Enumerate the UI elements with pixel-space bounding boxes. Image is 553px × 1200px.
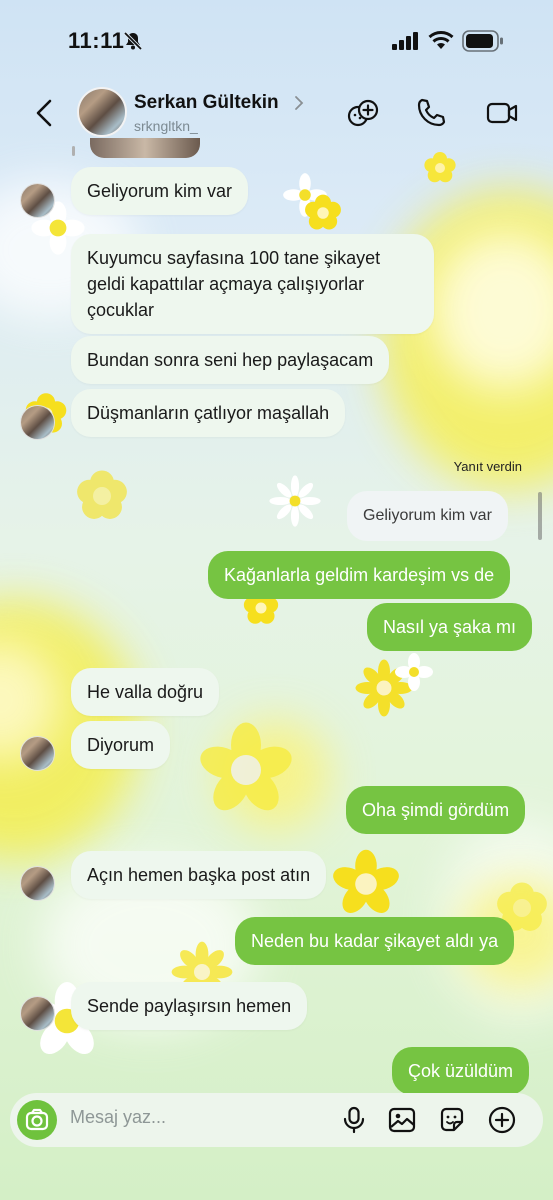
incoming-message[interactable]: Açın hemen başka post atın xyxy=(71,851,327,899)
sender-avatar[interactable] xyxy=(20,736,55,771)
wifi-icon xyxy=(428,31,454,49)
camera-button[interactable] xyxy=(17,1100,57,1140)
flower-decoration xyxy=(200,722,292,811)
incoming-message[interactable]: Sende paylaşırsın hemen xyxy=(71,982,308,1030)
contact-avatar[interactable] xyxy=(77,87,127,137)
sender-avatar[interactable] xyxy=(20,866,55,901)
incoming-message[interactable]: Bundan sonra seni hep paylaşacam xyxy=(71,336,390,384)
image-icon[interactable] xyxy=(387,1105,417,1135)
outgoing-message[interactable]: Kağanlarla geldim kardeşim vs de xyxy=(208,551,511,599)
flower-decoration xyxy=(395,653,433,691)
outgoing-message[interactable]: Çok üzüldüm xyxy=(392,1047,530,1095)
chat-header: Serkan Gültekin srkngltkn_ xyxy=(0,80,553,152)
bell-slash-icon xyxy=(123,31,143,51)
signal-icon xyxy=(392,32,418,50)
phone-icon[interactable] xyxy=(414,96,448,130)
reply-label: Yanıt verdin xyxy=(453,459,522,474)
message-input[interactable]: Mesaj yaz... xyxy=(70,1107,166,1128)
status-bar: 11:11 xyxy=(0,0,553,80)
microphone-icon[interactable] xyxy=(339,1105,369,1135)
media-preview[interactable] xyxy=(90,138,200,158)
flower-decoration xyxy=(305,194,341,230)
flower-decoration xyxy=(424,152,456,183)
flower-decoration xyxy=(269,475,321,527)
battery-icon xyxy=(462,30,503,52)
sender-avatar[interactable] xyxy=(20,183,55,218)
scrollbar-thumb[interactable] xyxy=(538,492,542,540)
video-icon[interactable] xyxy=(485,96,519,130)
plus-icon[interactable] xyxy=(487,1105,517,1135)
status-time: 11:11 xyxy=(68,28,125,53)
outgoing-message[interactable]: Nasıl ya şaka mı xyxy=(367,603,533,651)
flower-decoration xyxy=(77,470,127,519)
contact-handle: srkngltkn_ xyxy=(134,118,198,134)
sender-avatar[interactable] xyxy=(20,405,55,440)
outgoing-message[interactable]: Neden bu kadar şikayet aldı ya xyxy=(235,917,515,965)
camera-icon xyxy=(25,1108,49,1131)
back-icon[interactable] xyxy=(30,98,60,128)
sender-avatar[interactable] xyxy=(20,996,55,1031)
reply-line xyxy=(72,146,75,156)
incoming-message[interactable]: Diyorum xyxy=(71,721,171,769)
flower-decoration xyxy=(283,173,327,217)
message-composer: Mesaj yaz... xyxy=(10,1093,543,1147)
sticker-plus-icon[interactable] xyxy=(346,96,380,130)
outgoing-message[interactable]: Oha şimdi gördüm xyxy=(346,786,526,834)
flower-decoration xyxy=(355,659,413,717)
contact-name[interactable]: Serkan Gültekin xyxy=(134,92,279,114)
incoming-message[interactable]: Kuyumcu sayfasına 100 tane şikayet geldi… xyxy=(71,234,434,334)
replied-message-quote[interactable]: Geliyorum kim var xyxy=(347,491,508,541)
incoming-message[interactable]: Düşmanların çatlıyor maşallah xyxy=(71,389,346,437)
flower-decoration xyxy=(333,849,399,913)
incoming-message[interactable]: Geliyorum kim var xyxy=(71,167,249,215)
chevron-right-icon[interactable] xyxy=(292,94,306,112)
sticker-icon[interactable] xyxy=(437,1105,467,1135)
incoming-message[interactable]: He valla doğru xyxy=(71,668,220,716)
